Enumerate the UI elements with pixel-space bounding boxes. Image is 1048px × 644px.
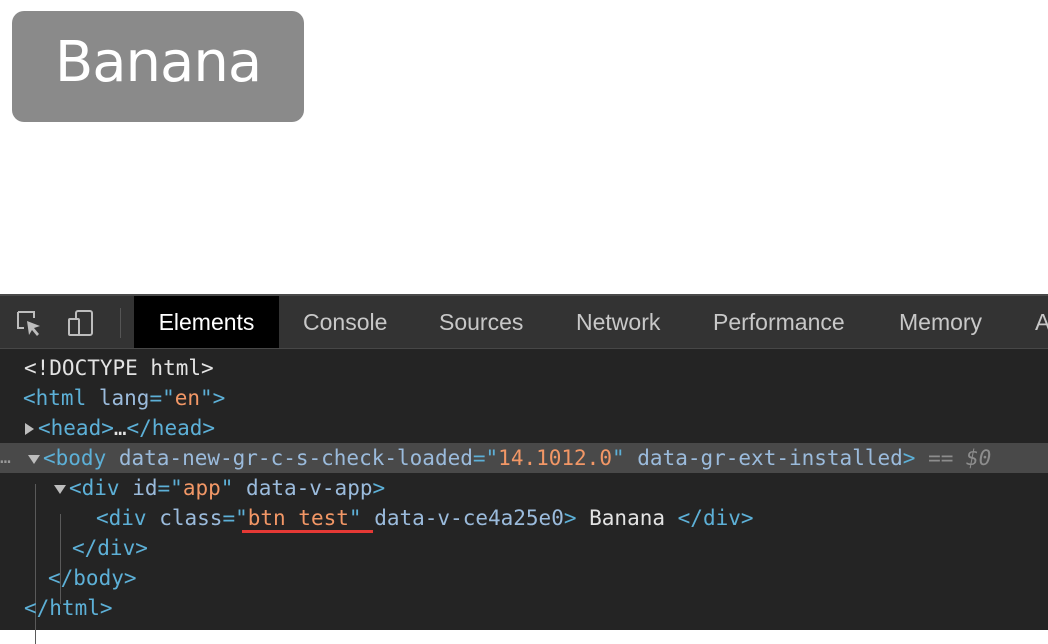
annotation-underline bbox=[242, 530, 373, 533]
div-app-tag-close: > bbox=[372, 476, 386, 500]
div-app-node[interactable]: <div id="app" data-v-app> bbox=[0, 473, 1048, 503]
tab-memory[interactable]: Memory bbox=[899, 296, 982, 348]
html-lang-value: en bbox=[174, 386, 201, 410]
tab-network[interactable]: Network bbox=[576, 296, 660, 348]
body-eq: =" bbox=[472, 446, 499, 470]
dom-tree: <!DOCTYPE html> <html lang="en"> <head>…… bbox=[0, 349, 1048, 644]
head-ellipsis: … bbox=[113, 416, 127, 440]
div-btn-open-tag: <div bbox=[96, 506, 147, 530]
tab-sources[interactable]: Sources bbox=[439, 296, 523, 348]
div-app-open-tag: <div bbox=[69, 476, 120, 500]
devtools-tabbar: Elements Console Sources Network Perform… bbox=[0, 296, 1048, 349]
page-viewport: Banana bbox=[0, 0, 1048, 294]
div-app-close-tag: </div> bbox=[72, 536, 148, 560]
div-app-id-value: app bbox=[182, 476, 221, 500]
doctype-text: <!DOCTYPE html> bbox=[24, 356, 214, 380]
selected-node-marker: == $0 bbox=[915, 446, 992, 470]
body-close-tag: </body> bbox=[48, 566, 137, 590]
html-node[interactable]: <html lang="en"> bbox=[0, 383, 1048, 413]
device-toolbar-icon[interactable] bbox=[66, 308, 96, 338]
head-close-tag: </head> bbox=[126, 416, 216, 440]
body-attr-check-loaded: data-new-gr-c-s-check-loaded bbox=[106, 446, 473, 470]
div-btn-class-value: btn test bbox=[247, 506, 349, 530]
expand-arrow-icon[interactable] bbox=[25, 423, 34, 435]
more-actions-icon[interactable]: … bbox=[0, 443, 11, 473]
body-close-node[interactable]: </body> bbox=[0, 563, 1048, 593]
div-btn-tag-close: > bbox=[563, 506, 577, 530]
html-eq: =" bbox=[149, 386, 175, 410]
div-app-data-v-app-attr: data-v-app bbox=[233, 476, 373, 500]
div-btn-class-attr: class bbox=[146, 506, 223, 530]
div-btn-node[interactable]: <div class="btn test" data-v-ce4a25e0> B… bbox=[0, 503, 1048, 533]
tab-console[interactable]: Console bbox=[303, 296, 387, 348]
div-btn-text-content: Banana bbox=[576, 506, 678, 530]
body-quote: " bbox=[611, 446, 625, 470]
tab-elements[interactable]: Elements bbox=[134, 296, 279, 348]
tab-overflow[interactable]: A bbox=[1035, 296, 1048, 348]
div-btn-close-tag: </div> bbox=[677, 506, 754, 530]
body-open-tag: <body bbox=[43, 446, 107, 470]
div-btn-scope-attr: data-v-ce4a25e0 bbox=[361, 506, 564, 530]
html-close-tag: </html> bbox=[24, 596, 113, 620]
div-app-id-attr: id bbox=[119, 476, 158, 500]
body-attr-ext-installed: data-gr-ext-installed bbox=[624, 446, 903, 470]
head-open-tag: <head> bbox=[38, 416, 114, 440]
banana-button[interactable]: Banana bbox=[12, 11, 304, 122]
collapse-arrow-icon[interactable] bbox=[28, 454, 40, 464]
html-close-node[interactable]: </html> bbox=[0, 593, 1048, 623]
collapse-arrow-icon[interactable] bbox=[54, 484, 66, 494]
tab-performance[interactable]: Performance bbox=[713, 296, 845, 348]
html-open-tag: <html bbox=[23, 386, 87, 410]
body-node-selected[interactable]: … <body data-new-gr-c-s-check-loaded="14.… bbox=[0, 443, 1048, 473]
head-node[interactable]: <head>…</head> bbox=[0, 413, 1048, 443]
body-attr-check-loaded-value: 14.1012.0 bbox=[498, 446, 612, 470]
doctype-node[interactable]: <!DOCTYPE html> bbox=[0, 353, 1048, 383]
html-lang-attr: lang bbox=[86, 386, 150, 410]
html-tag-close: "> bbox=[200, 386, 226, 410]
div-app-close-node[interactable]: </div> bbox=[0, 533, 1048, 563]
inspect-element-icon[interactable] bbox=[14, 308, 44, 338]
toolbar-separator bbox=[120, 308, 121, 338]
devtools-panel: Elements Console Sources Network Perform… bbox=[0, 294, 1048, 644]
body-tag-close: > bbox=[902, 446, 916, 470]
